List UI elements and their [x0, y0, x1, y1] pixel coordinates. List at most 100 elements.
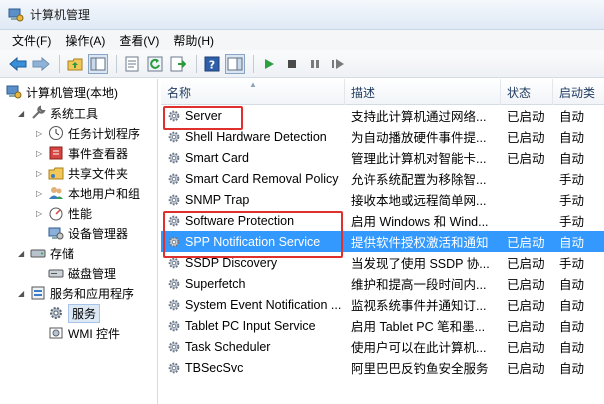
service-row[interactable]: Task Scheduler 使用户可以在此计算机... 已启动 自动 [161, 336, 604, 357]
service-row[interactable]: Shell Hardware Detection 为自动播放硬件事件提... 已启动… [161, 126, 604, 147]
column-header-name[interactable]: ▲ 名称 [161, 79, 345, 105]
service-startup-type: 手动 [559, 173, 585, 187]
forward-icon[interactable] [31, 54, 51, 74]
service-status: 已启动 [507, 257, 545, 271]
tree-item-label: 性能 [68, 206, 93, 221]
expand-icon[interactable]: ▷ [36, 149, 46, 158]
action-pane-icon[interactable] [225, 53, 245, 74]
service-name-cell: Smart Card [161, 151, 345, 165]
menu-file[interactable]: 文件(F) [12, 32, 51, 49]
menu-help[interactable]: 帮助(H) [173, 32, 214, 49]
menu-action[interactable]: 操作(A) [65, 32, 105, 49]
tree-item-device-manager[interactable]: 设备管理器 [48, 223, 128, 243]
back-icon[interactable] [8, 54, 28, 74]
column-header-startup-type[interactable]: 启动类 [553, 79, 604, 105]
collapse-icon[interactable]: ◢ [18, 249, 28, 258]
service-name: System Event Notification ... [185, 297, 342, 312]
sort-arrow-icon: ▲ [249, 80, 257, 89]
service-status: 已启动 [507, 362, 545, 376]
service-description: 启用 Windows 和 Wind... [351, 215, 489, 229]
service-row[interactable]: System Event Notification ... 监视系统事件并通知订.… [161, 294, 604, 315]
tree-item-storage[interactable]: ◢ 存储 [18, 243, 74, 263]
expand-icon[interactable]: ▷ [36, 129, 46, 138]
pause-icon[interactable] [305, 54, 325, 74]
service-gear-icon [168, 278, 180, 289]
up-folder-icon[interactable] [65, 54, 85, 74]
service-row[interactable]: Tablet PC Input Service 启用 Tablet PC 笔和墨.… [161, 315, 604, 336]
service-row[interactable]: Server 支持此计算机通过网络... 已启动 自动 [161, 105, 604, 126]
tree-item-system-tools[interactable]: ◢ 系统工具 [18, 103, 98, 123]
tree-item-wmi-control[interactable]: WMI 控件 [48, 323, 120, 343]
disk-icon [48, 269, 64, 278]
service-name-cell: Smart Card Removal Policy [161, 172, 345, 186]
tree-item-label: 设备管理器 [68, 226, 129, 241]
service-row[interactable]: Superfetch 维护和提高一段时间内... 已启动 自动 [161, 273, 604, 294]
tree-item-label: 服务和应用程序 [50, 286, 135, 301]
help-icon[interactable]: ? [202, 54, 222, 74]
tree-item-performance[interactable]: ▷ 性能 [36, 203, 92, 223]
toolbar-separator [116, 54, 117, 73]
tree-item-label: 本地用户和组 [68, 186, 141, 201]
service-row[interactable]: Smart Card 管理此计算机对智能卡... 已启动 自动 [161, 147, 604, 168]
service-status: 已启动 [507, 236, 545, 250]
device-manager-icon [48, 227, 64, 240]
service-gear-icon [168, 236, 180, 247]
tree-item-shared-folders[interactable]: ▷ 共享文件夹 [36, 163, 128, 183]
service-description: 使用户可以在此计算机... [351, 341, 487, 355]
tree-root[interactable]: 计算机管理(本地) [6, 82, 118, 102]
column-header-status[interactable]: 状态 [501, 79, 553, 105]
export-icon[interactable] [168, 54, 188, 74]
service-row[interactable]: SNMP Trap 接收本地或远程简单网... 手动 [161, 189, 604, 210]
navigation-tree: 计算机管理(本地) ◢ 系统工具 ▷ 任务计划程序 ▷ 事件查看器 ▷ 共享文件… [0, 79, 158, 404]
service-row[interactable]: SSDP Discovery 当发现了使用 SSDP 协... 已启动 手动 [161, 252, 604, 273]
service-name: Smart Card Removal Policy [185, 171, 339, 186]
service-name-cell: Superfetch [161, 277, 345, 291]
service-status: 已启动 [507, 131, 545, 145]
service-startup-type: 手动 [559, 194, 585, 208]
properties-icon[interactable] [122, 54, 142, 74]
service-name-cell: SNMP Trap [161, 193, 345, 207]
tree-item-disk-management[interactable]: 磁盘管理 [48, 263, 116, 283]
services-apps-icon [31, 286, 45, 300]
service-row[interactable]: Smart Card Removal Policy 允许系统配置为移除智... 手动 [161, 168, 604, 189]
tree-item-label: 共享文件夹 [68, 166, 129, 181]
menu-bar: 文件(F) 操作(A) 查看(V) 帮助(H) [0, 30, 604, 50]
service-startup-type: 自动 [559, 362, 585, 376]
tree-item-task-scheduler[interactable]: ▷ 任务计划程序 [36, 123, 140, 143]
service-row[interactable]: TBSecSvc 阿里巴巴反钓鱼安全服务 已启动 自动 [161, 357, 604, 378]
service-startup-type: 自动 [559, 131, 585, 145]
refresh-icon[interactable] [145, 54, 165, 74]
start-icon[interactable] [259, 54, 279, 74]
service-status: 已启动 [507, 110, 545, 124]
expand-icon[interactable]: ▷ [36, 189, 46, 198]
service-startup-type: 自动 [559, 236, 585, 250]
tools-icon [32, 105, 46, 119]
menu-view[interactable]: 查看(V) [119, 32, 159, 49]
expand-icon[interactable]: ▷ [36, 209, 46, 218]
stop-icon[interactable] [282, 54, 302, 74]
show-tree-icon[interactable] [88, 53, 108, 74]
toolbar-separator [196, 54, 197, 73]
collapse-icon[interactable]: ◢ [18, 289, 28, 298]
service-name: Server [185, 108, 222, 123]
tree-item-event-viewer[interactable]: ▷ 事件查看器 [36, 143, 128, 163]
collapse-icon[interactable]: ◢ [18, 109, 28, 118]
service-description: 支持此计算机通过网络... [351, 110, 487, 124]
service-startup-type: 自动 [559, 320, 585, 334]
expand-icon[interactable]: ▷ [36, 169, 46, 178]
service-row[interactable]: SPP Notification Service 提供软件授权激活和通知 已启动 自动 [161, 231, 604, 252]
restart-icon[interactable] [328, 54, 348, 74]
tree-item-label: 存储 [50, 246, 75, 261]
service-name: SNMP Trap [185, 192, 250, 207]
storage-icon [30, 249, 46, 258]
column-header-description[interactable]: 描述 [345, 79, 501, 105]
tree-item-local-users[interactable]: ▷ 本地用户和组 [36, 183, 140, 203]
tree-item-services[interactable]: 服务 [48, 303, 101, 323]
tree-item-label: 系统工具 [50, 106, 99, 121]
tree-item-services-apps[interactable]: ◢ 服务和应用程序 [18, 283, 134, 303]
service-name: SSDP Discovery [185, 255, 278, 270]
service-gear-icon [168, 173, 180, 184]
service-name: Task Scheduler [185, 339, 271, 354]
toolbar-separator [253, 54, 254, 73]
service-row[interactable]: Software Protection 启用 Windows 和 Wind... 手… [161, 210, 604, 231]
